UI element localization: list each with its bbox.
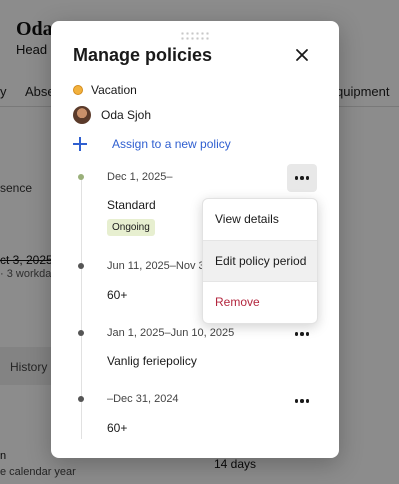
period-policy-name: 60+ — [107, 288, 128, 302]
close-icon — [296, 49, 308, 61]
period-policy-name: Standard — [107, 198, 156, 212]
absence-type-row: Vacation — [73, 83, 137, 97]
employee-row: Oda Sjoh — [73, 106, 151, 124]
avatar — [73, 106, 91, 124]
plus-icon — [73, 137, 87, 151]
absence-type-label: Vacation — [91, 83, 137, 97]
period-date: –Dec 31, 2024 — [107, 393, 179, 405]
more-horizontal-icon — [294, 399, 310, 403]
timeline-dot — [78, 396, 84, 402]
period-actions-menu: View details Edit policy period Remove — [202, 198, 318, 324]
period-policy-name: 60+ — [107, 421, 128, 435]
close-button[interactable] — [291, 44, 313, 66]
status-badge: Ongoing — [107, 219, 155, 236]
period-date: Jun 11, 2025–Nov 30, — [107, 260, 214, 272]
period-menu-button[interactable] — [287, 320, 317, 348]
menu-item-edit-policy-period[interactable]: Edit policy period — [203, 241, 317, 281]
assign-new-policy-label[interactable]: Assign to a new policy — [112, 137, 231, 151]
menu-item-view-details[interactable]: View details — [203, 199, 317, 239]
period-date: Dec 1, 2025– — [107, 171, 173, 183]
timeline-dot-active — [78, 174, 84, 180]
period-menu-button[interactable] — [287, 387, 317, 415]
timeline-dot — [78, 263, 84, 269]
vacation-dot-icon — [73, 85, 83, 95]
more-horizontal-icon — [294, 332, 310, 336]
assign-new-policy-button[interactable]: Assign to a new policy — [73, 137, 231, 151]
timeline-dot — [78, 330, 84, 336]
more-horizontal-icon — [294, 176, 310, 180]
period-policy-name: Vanlig feriepolicy — [107, 354, 197, 368]
period-date: Jan 1, 2025–Jun 10, 2025 — [107, 327, 235, 339]
period-menu-button[interactable] — [287, 164, 317, 192]
menu-item-remove[interactable]: Remove — [203, 282, 317, 322]
employee-label: Oda Sjoh — [101, 108, 152, 122]
dialog-title: Manage policies — [73, 45, 213, 65]
drag-handle-icon[interactable] — [180, 31, 210, 41]
